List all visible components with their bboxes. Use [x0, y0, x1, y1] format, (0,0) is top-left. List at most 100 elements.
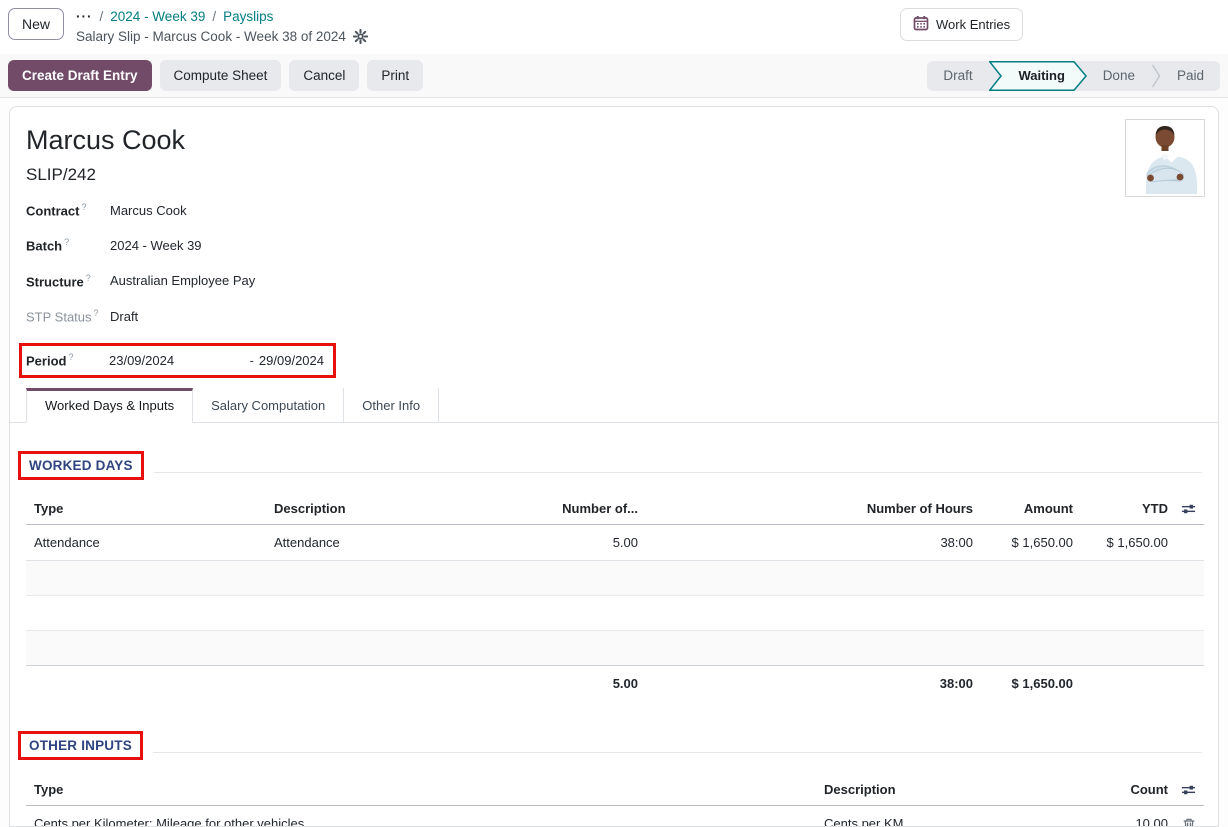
- period-label: Period: [26, 354, 66, 369]
- optional-columns-icon[interactable]: [1176, 773, 1204, 805]
- breadcrumb-separator: /: [100, 9, 104, 24]
- cancel-button[interactable]: Cancel: [289, 60, 359, 91]
- batch-label: Batch: [26, 239, 62, 254]
- period-start-date[interactable]: 23/09/2024: [109, 353, 174, 368]
- other-inputs-header-row: Type Description Count: [26, 773, 1204, 805]
- tab-worked-days-inputs[interactable]: Worked Days & Inputs: [26, 388, 193, 423]
- col-type[interactable]: Type: [26, 493, 266, 525]
- status-stage-done[interactable]: Done: [1087, 61, 1151, 91]
- tab-other-info[interactable]: Other Info: [344, 388, 439, 422]
- worked-days-annotation-box: WORKED DAYS: [18, 451, 144, 480]
- contract-label: Contract: [26, 203, 79, 218]
- breadcrumb-overflow-menu[interactable]: ···: [76, 9, 93, 24]
- worked-days-table: Type Description Number of... Number of …: [26, 493, 1204, 702]
- empty-row: [26, 561, 1204, 596]
- breadcrumb: ··· / 2024 - Week 39 / Payslips Salary S…: [76, 8, 368, 44]
- breadcrumb-link-payslips[interactable]: Payslips: [223, 9, 273, 24]
- status-stage-waiting-label: Waiting: [1010, 68, 1064, 83]
- other-inputs-section-title: OTHER INPUTS: [29, 738, 132, 753]
- slip-reference: SLIP/242: [26, 165, 1202, 185]
- col-number-of[interactable]: Number of...: [551, 493, 646, 525]
- compute-sheet-button[interactable]: Compute Sheet: [160, 60, 282, 91]
- total-amount: $ 1,650.00: [981, 666, 1081, 702]
- status-bar: Draft Waiting Done Paid: [927, 61, 1220, 91]
- stp-status-value: Draft: [110, 309, 138, 324]
- page-title: Marcus Cook: [26, 125, 1202, 156]
- cell-description[interactable]: Attendance: [266, 525, 551, 561]
- print-button[interactable]: Print: [367, 60, 423, 91]
- worked-days-section-title: WORKED DAYS: [29, 458, 133, 473]
- other-inputs-section-header: OTHER INPUTS: [26, 731, 1202, 760]
- col-description[interactable]: Description: [266, 493, 551, 525]
- breadcrumb-separator: /: [212, 9, 216, 24]
- cell-amount[interactable]: $ 1,650.00: [981, 525, 1081, 561]
- help-icon: ?: [86, 273, 91, 283]
- cell-number-of-hours[interactable]: 38:00: [646, 525, 981, 561]
- other-inputs-row: Cents per Kilometer: Mileage for other v…: [26, 805, 1204, 827]
- cell-type[interactable]: Cents per Kilometer: Mileage for other v…: [26, 805, 816, 827]
- action-bar: Create Draft Entry Compute Sheet Cancel …: [0, 54, 1228, 98]
- worked-days-totals-row: 5.00 38:00 $ 1,650.00: [26, 666, 1204, 702]
- field-batch: Batch? 2024 - Week 39: [26, 237, 1202, 253]
- total-number-of: 5.00: [551, 666, 646, 702]
- field-stp-status: STP Status? Draft: [26, 308, 1202, 324]
- new-button[interactable]: New: [8, 8, 64, 40]
- work-entries-label: Work Entries: [936, 17, 1010, 32]
- help-icon: ?: [94, 308, 99, 318]
- calendar-icon: [913, 15, 929, 34]
- structure-value[interactable]: Australian Employee Pay: [110, 273, 255, 288]
- gear-icon[interactable]: [353, 29, 368, 44]
- col-ytd[interactable]: YTD: [1081, 493, 1176, 525]
- create-draft-entry-button[interactable]: Create Draft Entry: [8, 60, 152, 91]
- batch-value[interactable]: 2024 - Week 39: [110, 238, 202, 253]
- tab-salary-computation[interactable]: Salary Computation: [193, 388, 344, 422]
- delete-row-button[interactable]: [1176, 805, 1204, 827]
- optional-columns-icon[interactable]: [1176, 493, 1204, 525]
- worked-days-row: Attendance Attendance 5.00 38:00 $ 1,650…: [26, 525, 1204, 561]
- field-contract: Contract? Marcus Cook: [26, 202, 1202, 218]
- trash-icon: [1182, 817, 1196, 827]
- empty-row: [26, 631, 1204, 666]
- col-amount[interactable]: Amount: [981, 493, 1081, 525]
- contract-value[interactable]: Marcus Cook: [110, 203, 187, 218]
- breadcrumb-current: Salary Slip - Marcus Cook - Week 38 of 2…: [76, 29, 346, 44]
- help-icon: ?: [81, 202, 86, 212]
- form-sheet: Marcus Cook SLIP/242 Contract? Marcus Co…: [9, 106, 1219, 827]
- field-group: Contract? Marcus Cook Batch? 2024 - Week…: [26, 202, 1202, 378]
- empty-row: [26, 596, 1204, 631]
- status-stage-waiting-active[interactable]: Waiting: [989, 61, 1087, 91]
- cell-description[interactable]: Cents per KM: [816, 805, 1076, 827]
- work-entries-button[interactable]: Work Entries: [900, 8, 1023, 41]
- col-description[interactable]: Description: [816, 773, 1076, 805]
- field-period: Period? 23/09/2024 - 29/09/2024: [26, 343, 1202, 377]
- stp-status-label: STP Status: [26, 309, 92, 324]
- top-bar: New ··· / 2024 - Week 39 / Payslips Sala…: [0, 0, 1228, 54]
- structure-label: Structure: [26, 274, 84, 289]
- employee-avatar[interactable]: [1125, 119, 1205, 197]
- status-stage-draft[interactable]: Draft: [927, 61, 988, 91]
- period-annotation-box: Period? 23/09/2024 - 29/09/2024: [19, 343, 336, 377]
- period-end-date[interactable]: 29/09/2024: [259, 353, 324, 368]
- worked-days-section-header: WORKED DAYS: [26, 451, 1202, 480]
- status-stage-paid[interactable]: Paid: [1161, 61, 1220, 91]
- chevron-right-icon: [1151, 61, 1161, 91]
- section-divider: [153, 752, 1202, 753]
- help-icon: ?: [64, 237, 69, 247]
- other-inputs-annotation-box: OTHER INPUTS: [18, 731, 143, 760]
- col-count[interactable]: Count: [1076, 773, 1176, 805]
- cell-type[interactable]: Attendance: [26, 525, 266, 561]
- period-date-separator: -: [250, 353, 254, 368]
- col-number-of-hours[interactable]: Number of Hours: [646, 493, 981, 525]
- total-number-of-hours: 38:00: [646, 666, 981, 702]
- notebook-tabs: Worked Days & Inputs Salary Computation …: [10, 388, 1218, 423]
- cell-count[interactable]: 10.00: [1076, 805, 1176, 827]
- other-inputs-table: Type Description Count Cents per Kilomet…: [26, 773, 1204, 827]
- breadcrumb-link-batch[interactable]: 2024 - Week 39: [110, 9, 205, 24]
- cell-number-of[interactable]: 5.00: [551, 525, 646, 561]
- help-icon: ?: [68, 352, 73, 362]
- field-structure: Structure? Australian Employee Pay: [26, 273, 1202, 289]
- worked-days-header-row: Type Description Number of... Number of …: [26, 493, 1204, 525]
- cell-ytd[interactable]: $ 1,650.00: [1081, 525, 1176, 561]
- col-type[interactable]: Type: [26, 773, 816, 805]
- section-divider: [154, 472, 1202, 473]
